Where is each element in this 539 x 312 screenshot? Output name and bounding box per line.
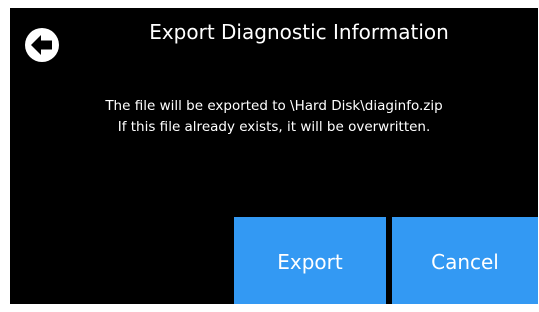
back-arrow-icon — [25, 28, 59, 62]
dialog-title: Export Diagnostic Information — [149, 20, 449, 44]
export-diagnostic-dialog: Export Diagnostic Information The file w… — [10, 8, 538, 304]
cancel-button[interactable]: Cancel — [392, 217, 538, 304]
export-message: The file will be exported to \Hard Disk\… — [30, 96, 518, 138]
export-path-text: The file will be exported to \Hard Disk\… — [105, 98, 443, 114]
back-button[interactable] — [24, 27, 60, 63]
overwrite-warning-text: If this file already exists, it will be … — [117, 119, 431, 135]
export-button[interactable]: Export — [234, 217, 386, 304]
